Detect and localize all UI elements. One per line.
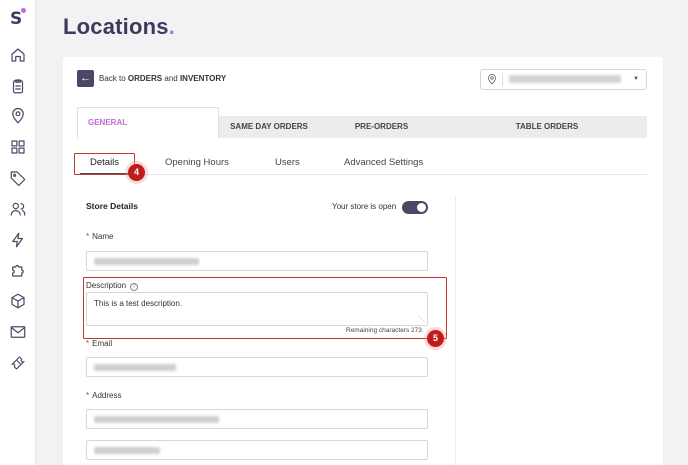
- subtab-advanced-settings[interactable]: Advanced Settings: [344, 153, 423, 175]
- annotation-box-details: [74, 153, 135, 175]
- home-icon[interactable]: [9, 46, 27, 64]
- box-icon[interactable]: [9, 292, 27, 310]
- app-logo[interactable]: S: [10, 8, 26, 29]
- tab-same-day-orders[interactable]: SAME DAY ORDERS: [219, 116, 319, 138]
- name-input[interactable]: [86, 251, 428, 271]
- page-title: Locations.: [63, 14, 176, 39]
- grid-icon[interactable]: [9, 138, 27, 156]
- store-open-label: Your store is open: [332, 202, 397, 211]
- back-link[interactable]: Back to ORDERS and INVENTORY: [99, 74, 226, 83]
- mail-icon[interactable]: [9, 323, 27, 341]
- clipboard-icon[interactable]: [9, 77, 27, 95]
- sub-tabs: Details Opening Hours Users Advanced Set…: [77, 153, 647, 175]
- subtab-opening-hours[interactable]: Opening Hours: [165, 153, 229, 175]
- address-label: * Address: [86, 391, 122, 400]
- tag-icon[interactable]: [9, 169, 27, 187]
- step-badge-4: 4: [128, 164, 145, 181]
- lightning-icon[interactable]: [9, 231, 27, 249]
- location-pin-icon: [486, 73, 498, 86]
- location-card: ← Back to ORDERS and INVENTORY ▼ GENERAL…: [63, 57, 663, 465]
- store-selector[interactable]: ▼: [480, 69, 647, 90]
- sidebar: S: [0, 0, 36, 465]
- tab-pre-orders[interactable]: PRE-ORDERS: [319, 116, 444, 138]
- annotation-box-description: [83, 277, 447, 339]
- chevron-down-icon: ▼: [633, 76, 639, 82]
- email-label: * Email: [86, 339, 113, 348]
- back-arrow-button[interactable]: ←: [77, 70, 94, 87]
- puzzle-icon[interactable]: [9, 261, 27, 279]
- top-tabs: GENERAL SAME DAY ORDERS PRE-ORDERS TABLE…: [77, 107, 647, 138]
- tab-table-orders[interactable]: TABLE ORDERS: [472, 116, 622, 138]
- address-line1-input[interactable]: [86, 409, 428, 429]
- column-divider: [455, 196, 456, 465]
- store-name-redacted: [509, 75, 621, 83]
- section-title: Store Details: [86, 201, 138, 211]
- users-icon[interactable]: [9, 200, 27, 218]
- location-pin-icon[interactable]: [9, 107, 27, 125]
- address-line2-input[interactable]: [86, 440, 428, 460]
- subtab-users[interactable]: Users: [275, 153, 300, 175]
- email-input[interactable]: [86, 357, 428, 377]
- ticket-icon[interactable]: [9, 354, 27, 372]
- title-accent-dot: .: [168, 14, 176, 39]
- tab-general[interactable]: GENERAL: [77, 107, 219, 138]
- name-label: * Name: [86, 232, 114, 241]
- step-badge-5: 5: [427, 330, 444, 347]
- store-open-toggle[interactable]: [402, 201, 428, 214]
